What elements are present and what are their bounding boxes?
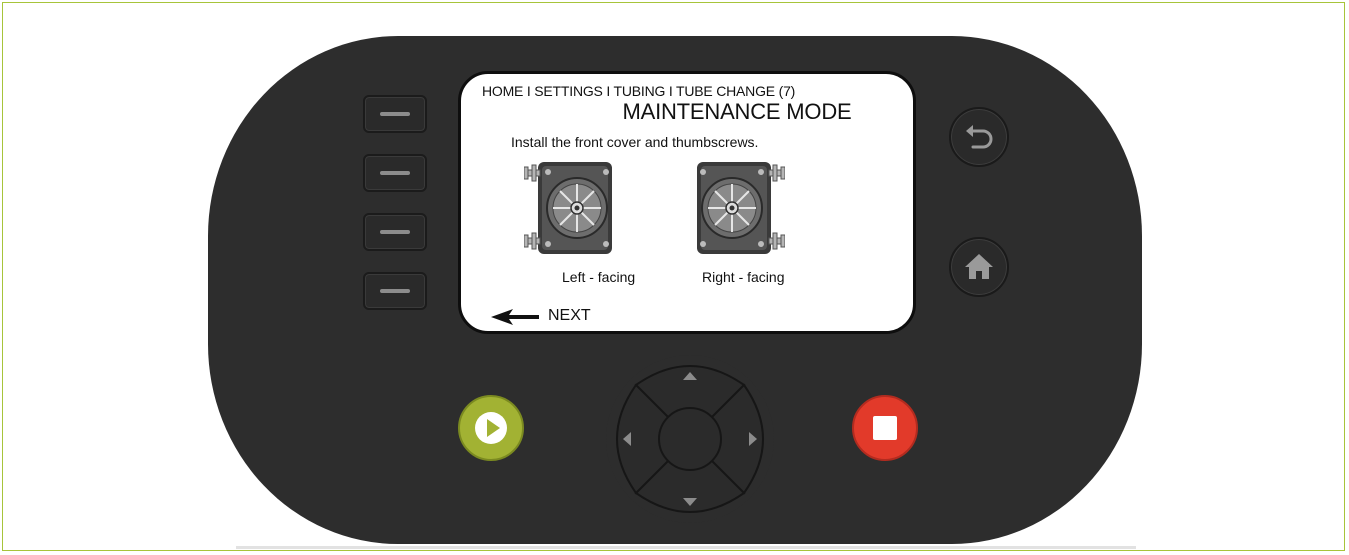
- bottom-divider: [236, 546, 1136, 549]
- back-button[interactable]: [949, 107, 1009, 167]
- stop-icon: [873, 416, 897, 440]
- back-arrow-icon: [966, 125, 993, 149]
- pump-head-left-image: [524, 162, 612, 254]
- next-label: NEXT: [548, 307, 591, 324]
- pump-head-right-image: [697, 162, 785, 254]
- play-icon: [475, 412, 507, 444]
- soft-key-4[interactable]: [363, 272, 427, 310]
- play-button[interactable]: [458, 395, 524, 461]
- soft-key-bar: [380, 171, 410, 175]
- soft-key-1[interactable]: [363, 95, 427, 133]
- soft-key-2[interactable]: [363, 154, 427, 192]
- dpad-center-button[interactable]: [658, 407, 722, 471]
- breadcrumb: HOME I SETTINGS I TUBING I TUBE CHANGE (…: [482, 83, 796, 99]
- left-arrow-icon: [491, 309, 539, 325]
- stop-button[interactable]: [852, 395, 918, 461]
- soft-key-3[interactable]: [363, 213, 427, 251]
- display-screen: HOME I SETTINGS I TUBING I TUBE CHANGE (…: [458, 71, 916, 334]
- soft-key-bar: [380, 230, 410, 234]
- home-icon: [965, 254, 993, 279]
- direction-pad: [606, 355, 774, 523]
- instruction-text: Install the front cover and thumbscrews.: [511, 134, 759, 150]
- caption-right-facing: Right - facing: [702, 269, 785, 285]
- soft-key-bar: [380, 289, 410, 293]
- caption-left-facing: Left - facing: [562, 269, 636, 285]
- home-button[interactable]: [949, 237, 1009, 297]
- page-title: MAINTENANCE MODE: [622, 99, 852, 124]
- soft-key-bar: [380, 112, 410, 116]
